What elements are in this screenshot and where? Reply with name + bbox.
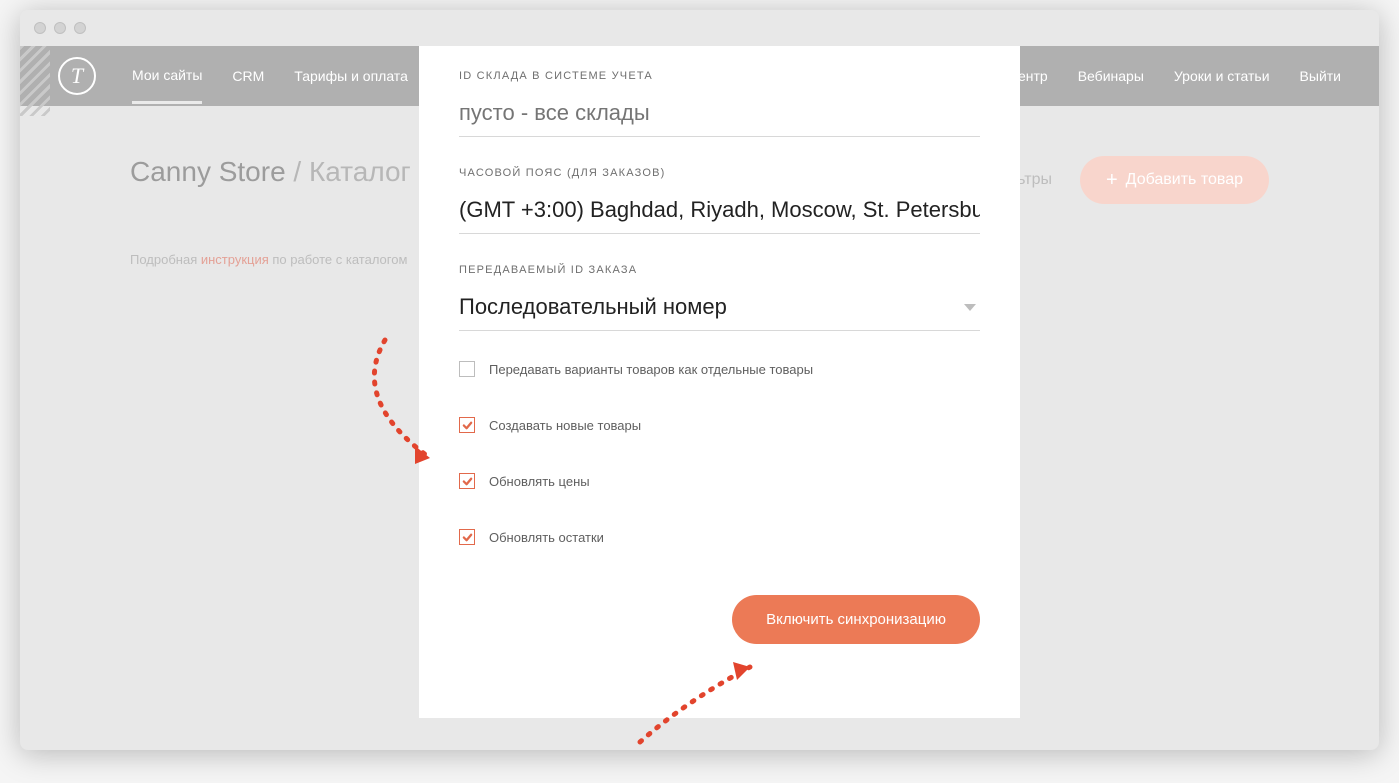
note-prefix: Подробная (130, 252, 201, 267)
checkbox-variants-label: Передавать варианты товаров как отдельны… (489, 362, 813, 377)
warehouse-input[interactable] (459, 96, 980, 137)
maximize-window-icon[interactable] (74, 22, 86, 34)
minimize-window-icon[interactable] (54, 22, 66, 34)
add-product-label: Добавить товар (1126, 171, 1243, 189)
nav-crm[interactable]: CRM (232, 68, 264, 84)
nav-webinars[interactable]: Вебинары (1078, 68, 1144, 84)
checkbox-variants-row[interactable]: Передавать варианты товаров как отдельны… (459, 361, 980, 377)
enable-sync-button[interactable]: Включить синхронизацию (732, 595, 980, 644)
orderid-label: ПЕРЕДАВАЕМЫЙ ID ЗАКАЗА (459, 264, 980, 276)
nav-lessons[interactable]: Уроки и статьи (1174, 68, 1270, 84)
checkbox-create-label: Создавать новые товары (489, 418, 641, 433)
checkbox-stock-label: Обновлять остатки (489, 530, 604, 545)
breadcrumb-store[interactable]: Canny Store (130, 156, 286, 187)
nav-billing[interactable]: Тарифы и оплата (294, 68, 408, 84)
checkbox-create[interactable] (459, 417, 475, 433)
app-window: T Мои сайты CRM Тарифы и оплата Справочн… (20, 10, 1379, 750)
checkbox-prices-label: Обновлять цены (489, 474, 590, 489)
tilda-logo[interactable]: T (58, 57, 96, 95)
page-actions: Фильтры + Добавить товар (987, 156, 1269, 204)
nav-my-sites[interactable]: Мои сайты (132, 67, 202, 104)
add-product-button[interactable]: + Добавить товар (1080, 156, 1269, 204)
plus-icon: + (1106, 170, 1118, 190)
warehouse-label: ID СКЛАДА В СИСТЕМЕ УЧЕТА (459, 70, 980, 82)
breadcrumb-sep: / (293, 156, 301, 187)
sync-settings-modal: ID СКЛАДА В СИСТЕМЕ УЧЕТА ЧАСОВОЙ ПОЯС (… (419, 46, 1020, 718)
note-link[interactable]: инструкция (201, 252, 269, 267)
chevron-down-icon (964, 304, 976, 311)
checkbox-variants[interactable] (459, 361, 475, 377)
checkbox-prices[interactable] (459, 473, 475, 489)
breadcrumb-page: Каталог (309, 156, 411, 187)
checkbox-prices-row[interactable]: Обновлять цены (459, 473, 980, 489)
timezone-select[interactable]: (GMT +3:00) Baghdad, Riyadh, Moscow, St.… (459, 193, 980, 234)
close-window-icon[interactable] (34, 22, 46, 34)
orderid-select[interactable]: Последовательный номер (459, 290, 980, 331)
nav-logout[interactable]: Выйти (1300, 68, 1341, 84)
note-suffix: по работе с каталогом (269, 252, 408, 267)
checkbox-create-row[interactable]: Создавать новые товары (459, 417, 980, 433)
checkbox-stock-row[interactable]: Обновлять остатки (459, 529, 980, 545)
checkbox-stock[interactable] (459, 529, 475, 545)
timezone-label: ЧАСОВОЙ ПОЯС (ДЛЯ ЗАКАЗОВ) (459, 167, 980, 179)
window-title-bar (20, 10, 1379, 46)
